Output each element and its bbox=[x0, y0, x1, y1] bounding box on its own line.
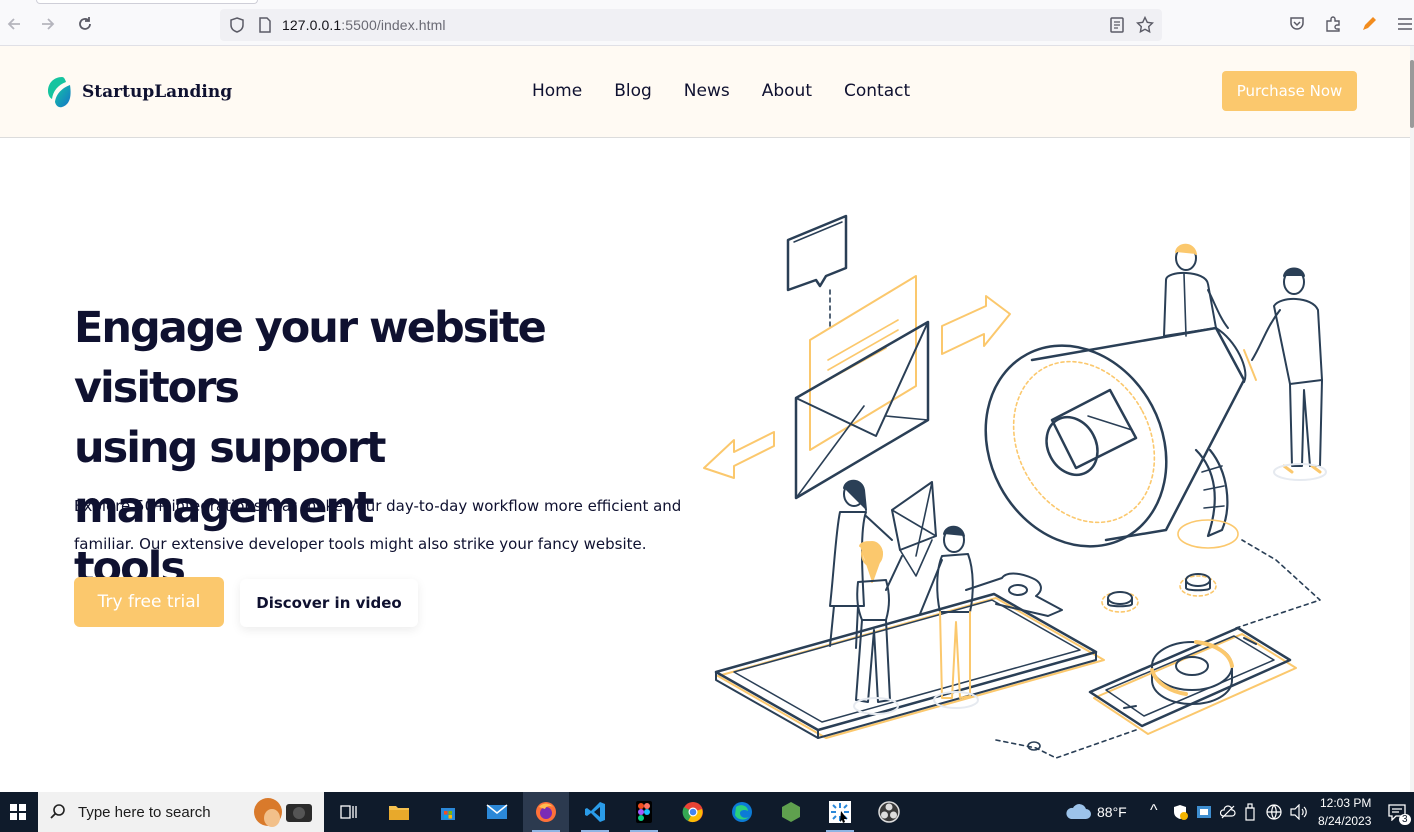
nav-blog[interactable]: Blog bbox=[614, 81, 652, 101]
extensions-icon[interactable] bbox=[1324, 15, 1342, 33]
active-tab-edge[interactable] bbox=[36, 0, 258, 4]
site-header: StartupLanding Home Blog News About Cont… bbox=[0, 46, 1410, 138]
clock-date[interactable]: 8/24/2023 bbox=[1318, 814, 1371, 828]
page-icon[interactable] bbox=[256, 16, 274, 34]
nodejs-icon[interactable] bbox=[768, 792, 814, 832]
browser-toolbar: 127.0.0.1:5500/index.html bbox=[0, 0, 1414, 46]
main-nav: Home Blog News About Contact bbox=[532, 81, 942, 101]
tray-overflow-chevron-icon[interactable]: ^ bbox=[1150, 802, 1158, 820]
nav-home[interactable]: Home bbox=[532, 81, 582, 101]
security-warning-icon[interactable] bbox=[1172, 804, 1188, 820]
pocket-icon[interactable] bbox=[1288, 15, 1306, 33]
store-icon[interactable] bbox=[425, 792, 471, 832]
discover-video-button[interactable]: Discover in video bbox=[240, 579, 418, 627]
url-path: :5500/index.html bbox=[341, 17, 446, 33]
pencil-icon[interactable] bbox=[1360, 15, 1378, 33]
usb-icon[interactable] bbox=[1244, 803, 1256, 821]
logo-icon[interactable] bbox=[46, 76, 72, 108]
firefox-icon[interactable] bbox=[523, 792, 569, 832]
taskbar-search[interactable]: Type here to search bbox=[38, 792, 324, 832]
search-icon bbox=[50, 804, 65, 819]
reader-view-icon[interactable] bbox=[1108, 16, 1126, 34]
volume-icon[interactable] bbox=[1290, 804, 1308, 820]
windows-start-icon[interactable] bbox=[0, 792, 36, 832]
back-icon[interactable] bbox=[4, 14, 24, 34]
globe-icon[interactable] bbox=[1266, 804, 1282, 820]
mail-icon[interactable] bbox=[474, 792, 520, 832]
url-bar[interactable]: 127.0.0.1:5500/index.html bbox=[220, 9, 1162, 41]
cloud-weather-icon[interactable] bbox=[1064, 802, 1092, 822]
cloud-sync-icon[interactable] bbox=[1220, 804, 1236, 820]
task-view-icon[interactable] bbox=[326, 792, 372, 832]
menu-icon[interactable] bbox=[1396, 15, 1414, 33]
figma-icon[interactable] bbox=[621, 792, 667, 832]
shield-icon[interactable] bbox=[228, 16, 246, 34]
page-scrollbar[interactable] bbox=[1410, 46, 1414, 792]
logo-text[interactable]: StartupLanding bbox=[82, 82, 232, 102]
clock-time[interactable]: 12:03 PM bbox=[1320, 796, 1371, 810]
purchase-now-button[interactable]: Purchase Now bbox=[1222, 71, 1357, 111]
nav-about[interactable]: About bbox=[762, 81, 812, 101]
url-text[interactable]: 127.0.0.1:5500/index.html bbox=[282, 17, 446, 33]
search-placeholder: Type here to search bbox=[78, 804, 211, 821]
color-picker-icon[interactable] bbox=[817, 792, 863, 832]
network-app-icon[interactable] bbox=[1196, 804, 1212, 820]
nav-contact[interactable]: Contact bbox=[844, 81, 910, 101]
url-host: 127.0.0.1 bbox=[282, 17, 342, 33]
squirrel-camera-icon bbox=[254, 798, 312, 827]
notification-badge: 3 bbox=[1399, 814, 1411, 825]
hero-description: Explore 50+ integrations that make your … bbox=[74, 497, 682, 553]
hero-title-line: Engage your website visitors bbox=[74, 303, 547, 413]
reload-icon[interactable] bbox=[75, 14, 95, 34]
chrome-icon[interactable] bbox=[670, 792, 716, 832]
forward-icon[interactable] bbox=[38, 14, 58, 34]
windows-taskbar: Type here to search 88°F ^ 12:03 PM 8/24… bbox=[0, 792, 1414, 832]
marketing-illustration bbox=[703, 214, 1327, 759]
bookmark-star-icon[interactable] bbox=[1135, 15, 1155, 34]
file-explorer-icon[interactable] bbox=[376, 792, 422, 832]
try-free-trial-button[interactable]: Try free trial bbox=[74, 577, 224, 627]
vscode-icon[interactable] bbox=[572, 792, 618, 832]
weather-temp[interactable]: 88°F bbox=[1097, 804, 1127, 820]
scrollbar-thumb[interactable] bbox=[1410, 60, 1414, 128]
obs-icon[interactable] bbox=[866, 792, 912, 832]
nav-news[interactable]: News bbox=[684, 81, 730, 101]
edge-icon[interactable] bbox=[719, 792, 765, 832]
